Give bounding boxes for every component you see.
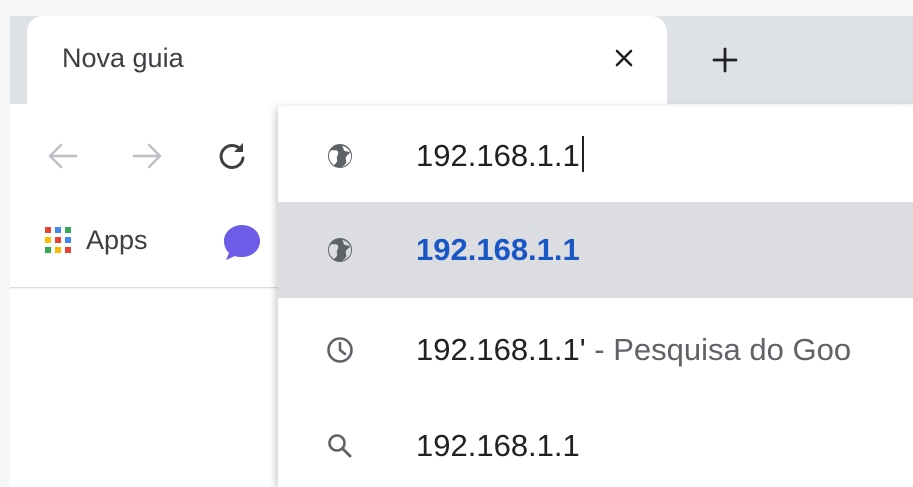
tab-close-button[interactable] [604,38,644,78]
reload-icon [219,143,245,169]
globe-icon [324,140,356,172]
tab-title: Nova guia [62,43,184,73]
suggestion-row-url[interactable]: 192.168.1.1 [278,202,913,298]
bookmark-favicon[interactable] [220,222,264,262]
search-icon [324,430,356,462]
apps-grid-icon [45,227,71,253]
forward-button[interactable] [126,134,170,178]
apps-shortcut[interactable]: Apps [44,222,148,258]
reload-button[interactable] [210,134,254,178]
suggestion-history-text: 192.168.1.1' - Pesquisa do Goo [416,332,851,368]
omnibox-input-row[interactable]: 192.168.1.1 [278,106,913,202]
back-button[interactable] [40,134,84,178]
arrow-right-icon [132,143,162,169]
arrow-left-icon [48,143,78,169]
suggestion-search-text: 192.168.1.1 [416,428,580,463]
window-frame-top [0,0,913,16]
window-frame-left [0,0,10,487]
chat-bubble-icon [224,225,260,260]
suggestion-row-history[interactable]: 192.168.1.1' - Pesquisa do Goo [278,302,913,398]
history-icon [324,334,356,366]
apps-label: Apps [86,224,148,255]
plus-icon [712,47,738,73]
omnibox-input-value: 192.168.1.1 [416,138,580,173]
omnibox-input[interactable]: 192.168.1.1 [416,136,584,174]
suggestion-history-description: - Pesquisa do Goo [585,332,852,367]
globe-icon [324,234,356,266]
suggestion-url-text: 192.168.1.1 [416,232,580,267]
text-caret [581,136,584,172]
omnibox-dropdown: 192.168.1.1 192.168.1.1 192.168.1.1' - P… [278,106,913,487]
new-tab-button[interactable] [703,38,747,82]
suggestion-row-search[interactable]: 192.168.1.1 [278,406,913,487]
suggestion-history-query: 192.168.1.1' [416,332,586,367]
close-icon [615,49,633,67]
